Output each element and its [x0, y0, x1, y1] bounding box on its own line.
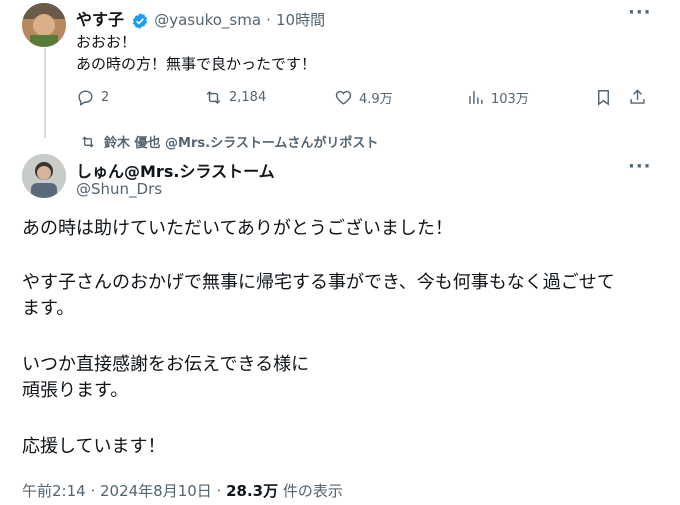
tweet2-handle[interactable]: @Shun_Drs — [76, 180, 162, 198]
reply-count: 2 — [101, 90, 110, 105]
tweet1-header: やす子 @yasuko_sma · 10時間 — [76, 6, 325, 30]
tweet2-view-count: 28.3万 — [226, 482, 279, 500]
tweet2-paragraph-3b: 頑張ります。 — [22, 380, 129, 401]
bookmark-button[interactable] — [594, 88, 613, 107]
more-icon[interactable]: ··· — [628, 156, 652, 177]
reply-button[interactable]: 2 — [76, 88, 109, 107]
like-count: 4.9万 — [359, 92, 393, 107]
more-icon[interactable]: ··· — [628, 2, 652, 23]
tweet2-view-label: 件の表示 — [278, 482, 343, 500]
tweet2-author-name[interactable]: しゅん@Mrs.シラストーム — [76, 158, 275, 182]
retweet-count: 2,184 — [229, 90, 267, 105]
reply-icon — [78, 90, 93, 106]
avatar-yasuko[interactable] — [22, 3, 66, 47]
share-icon — [630, 89, 645, 104]
tweet1-line2: あの時の方！無事で良かったです！ — [76, 55, 317, 73]
like-button[interactable]: 4.9万 — [334, 88, 393, 107]
tweet1-handle[interactable]: @yasuko_sma — [154, 11, 261, 29]
repost-text: 鈴木 優也 @Mrs.シラストームさんがリポスト — [104, 136, 379, 151]
retweet-button[interactable]: 2,184 — [204, 88, 266, 107]
share-button[interactable] — [628, 88, 647, 107]
tweet2-paragraph-1: あの時は助けていただいてありがとうございました！ — [22, 218, 453, 239]
views-count: 103万 — [491, 92, 529, 107]
like-icon — [335, 90, 352, 105]
tweet2-meta: 午前2:14 · 2024年8月10日 · 28.3万 件の表示 — [22, 480, 343, 501]
tweet2-paragraph-2b: ます。 — [22, 298, 75, 319]
views-button[interactable]: 103万 — [466, 88, 529, 107]
verified-icon — [131, 12, 149, 30]
tweet1-author-name[interactable]: やす子 — [76, 10, 124, 29]
tweet1-line1: おおお！ — [76, 33, 137, 51]
thread-connector — [44, 48, 46, 138]
repost-icon — [82, 135, 94, 148]
tweet2-timestamp[interactable]: 午前2:14 · 2024年8月10日 · — [22, 482, 226, 500]
tweet2-paragraph-3a: いつか直接感謝をお伝えできる様に — [22, 354, 310, 375]
tweet2-paragraph-2a: やす子さんのおかげで無事に帰宅する事ができ、今も何事もなく過ごせて — [22, 272, 615, 293]
repost-indicator[interactable]: 鈴木 優也 @Mrs.シラストームさんがリポスト — [80, 132, 378, 151]
views-icon — [469, 91, 483, 104]
avatar-shun[interactable] — [22, 154, 66, 198]
retweet-icon — [206, 90, 221, 105]
separator-dot: · — [266, 11, 271, 29]
tweet1-time[interactable]: 10時間 — [276, 11, 325, 29]
tweet2-paragraph-4: 応援しています！ — [22, 436, 166, 457]
bookmark-icon — [598, 90, 609, 106]
